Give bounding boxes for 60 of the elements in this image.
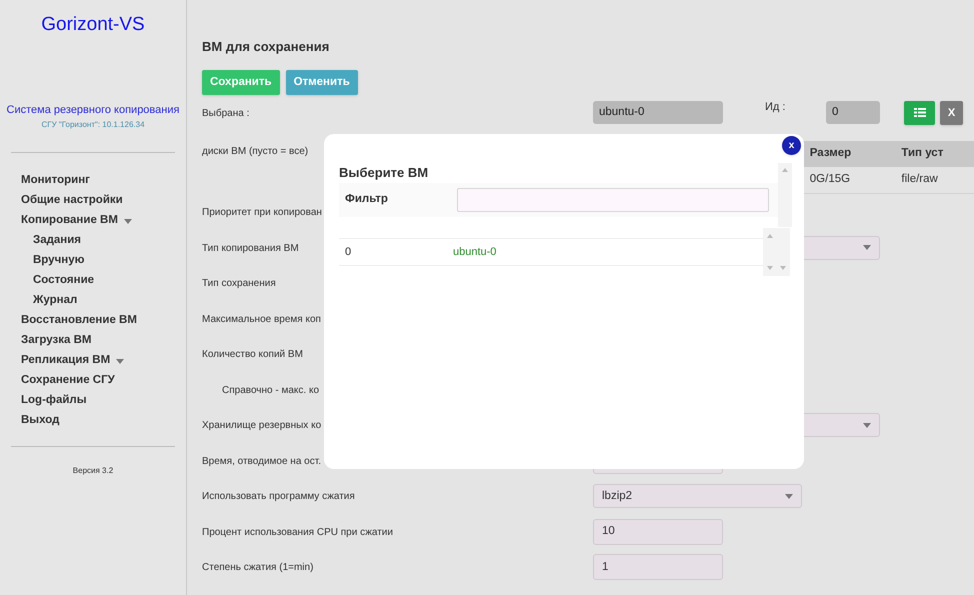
menu-item[interactable]: Общие настройки <box>0 191 186 211</box>
dropdown-caret-icon <box>785 494 793 499</box>
id-label: Ид : <box>765 100 786 115</box>
list-button[interactable] <box>904 100 935 125</box>
field-label: Хранилище резервных ко <box>202 420 322 431</box>
menu-item[interactable]: Восстановление ВМ <box>0 311 186 331</box>
field-label: Количество копий ВМ <box>202 349 303 360</box>
field-label: Справочно - макс. ко <box>222 384 320 396</box>
submenu-item[interactable]: Журнал <box>0 291 186 311</box>
field-label: Использовать программу сжатия <box>202 491 355 502</box>
field-label: Приоритет при копирован <box>202 207 322 218</box>
input-field[interactable]: 1 <box>593 554 723 580</box>
field-label: Время, отводимое на ост. <box>202 456 321 466</box>
menu-item[interactable]: Мониторинг <box>0 171 186 191</box>
table-icon <box>914 108 926 118</box>
scroll-down-icons <box>767 266 786 270</box>
filter-label: Фильтр <box>344 192 389 208</box>
field-label: Выбрана : <box>202 108 250 118</box>
id-field[interactable]: 0 <box>826 101 880 124</box>
vm-list-row[interactable]: 0 ubuntu-0 <box>339 239 763 266</box>
column-header: Тип уст <box>901 146 944 161</box>
field-label: Максимальное время коп <box>202 314 321 324</box>
dropdown-caret-icon <box>863 245 871 250</box>
close-button[interactable]: x <box>782 136 801 155</box>
filter-input[interactable] <box>457 188 769 212</box>
version-label: Версия 3.2 <box>72 465 114 477</box>
vm-id: 0 <box>344 244 352 260</box>
field-label: диски ВМ (пусто = все) <box>202 146 308 156</box>
menu-item[interactable]: Репликация ВМ <box>0 351 186 371</box>
field-label: Тип копирования ВМ <box>202 242 299 254</box>
page-title: ВМ для сохранения <box>202 39 330 55</box>
host-info: СГУ "Горизонт": 10.1.126.34 <box>40 120 146 130</box>
scrollbar[interactable] <box>778 163 792 227</box>
column-header: Размер <box>810 146 852 161</box>
vm-name: ubuntu-0 <box>453 244 496 260</box>
scrollbar[interactable] <box>763 228 790 276</box>
select-field[interactable]: lbzip2 <box>593 484 802 508</box>
app-subtitle: Система резервного копирования <box>6 103 180 117</box>
menu-item[interactable]: Выход <box>0 411 186 431</box>
field-label: Тип сохранения <box>202 278 276 289</box>
selected-vm-field[interactable]: ubuntu-0 <box>593 101 723 124</box>
field-label: Степень сжатия (1=min) <box>202 562 314 573</box>
caret-icon <box>124 218 132 224</box>
scroll-up-icon <box>767 234 773 238</box>
dropdown-caret-icon <box>863 422 871 428</box>
submenu-item[interactable]: Задания <box>0 231 186 251</box>
submenu-item[interactable]: Вручную <box>0 251 186 271</box>
table-cell-text: 0G/15G <box>810 172 852 187</box>
menu-item[interactable]: Log-файлы <box>0 391 186 411</box>
table-cell-text: file/raw <box>901 172 939 187</box>
submenu-item[interactable]: Состояние <box>0 271 186 291</box>
dialog-title: Выберите ВМ <box>339 164 430 182</box>
app-logo: Gorizont-VS <box>40 13 146 37</box>
menu-item[interactable]: Загрузка ВМ <box>0 331 186 351</box>
field-label: Процент использования CPU при сжатии <box>202 526 393 538</box>
menu-item[interactable]: Копирование ВМ <box>0 211 186 231</box>
caret-icon <box>116 358 124 364</box>
menu-item[interactable]: Сохранение СГУ <box>0 371 186 391</box>
clear-button[interactable]: X <box>940 100 963 125</box>
input-field[interactable]: 10 <box>593 518 723 545</box>
